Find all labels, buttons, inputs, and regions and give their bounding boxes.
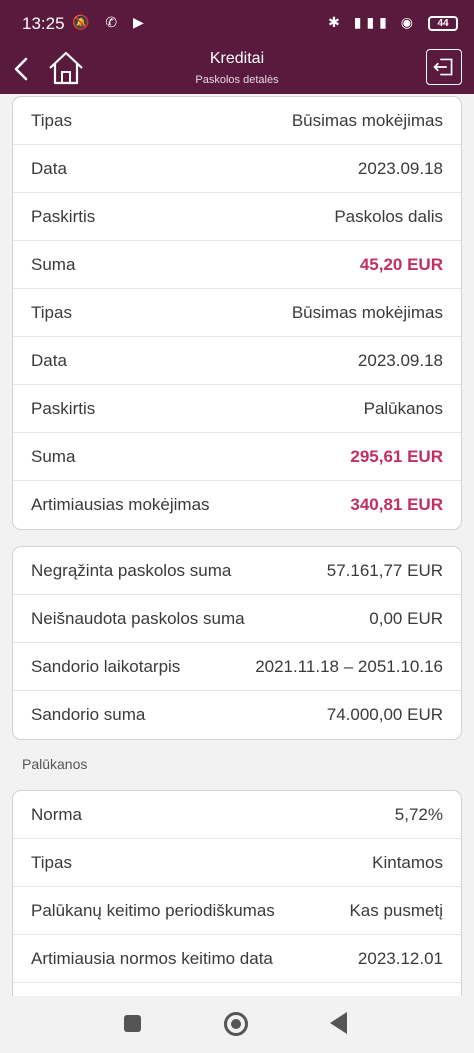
row-value: 2021.11.18 – 2051.10.16: [255, 656, 443, 676]
row-label: Tipas: [31, 110, 72, 130]
scroll-content[interactable]: Tipas Būsimas mokėjimas Data 2023.09.18 Pa…: [0, 94, 474, 996]
row-value: Kintamos: [372, 852, 443, 872]
detail-row: Sandorio suma 74.000,00 EUR: [13, 691, 461, 739]
page-title: Kreditai: [209, 50, 265, 67]
row-value: Būsimas mokėjimas: [291, 110, 443, 130]
row-label: Sandorio laikotarpis: [31, 656, 181, 676]
row-value: 2023.12.01: [357, 948, 443, 968]
detail-row: Norma 5,72%: [13, 791, 461, 839]
row-label: Sandorio suma: [31, 705, 146, 724]
upcoming-payments-card: Tipas Būsimas mokėjimas Data 2023.09.18 Pa…: [12, 96, 462, 530]
detail-row: Suma 45,20 EUR: [13, 241, 461, 289]
back-nav-icon[interactable]: [330, 1012, 347, 1034]
detail-row: Tipas Būsimas mokėjimas: [13, 97, 461, 145]
row-value: 2023.09.18: [357, 158, 443, 178]
row-amount: 295,61 EUR: [350, 446, 443, 466]
status-bar: 13:25 🔕 ✆ ▶ ✱ ▮▮▮ ◉ 44: [0, 0, 474, 44]
detail-row: Negrąžinta paskolos suma 57.161,77 EUR: [13, 547, 461, 595]
status-time: 13:25: [22, 14, 65, 33]
row-value: 0,00 EUR: [369, 608, 443, 628]
next-payment-amount: 340,81 EUR: [350, 495, 443, 514]
detail-row: Paskirtis Palūkanos: [13, 385, 461, 433]
row-value: Būsimas mokėjimas: [291, 302, 443, 322]
interest-card: Norma 5,72% Tipas Kintamos Palūkanų keitim…: [12, 790, 462, 996]
recent-apps-icon[interactable]: [124, 1015, 141, 1032]
battery-icon: 44: [428, 16, 458, 31]
row-label: Artimiausia normos keitimo data: [31, 948, 273, 968]
detail-row: Tipas Kintamos: [13, 839, 461, 887]
row-label: Artimiausias mokėjimas: [31, 495, 210, 514]
detail-row: Tipas Būsimas mokėjimas: [13, 289, 461, 337]
row-label: Palūkanų keitimo periodiškumas: [31, 900, 275, 920]
detail-row: Suma 295,61 EUR: [13, 433, 461, 481]
logout-icon[interactable]: [426, 49, 462, 85]
detail-row: Data 2023.09.18: [13, 337, 461, 385]
row-value: Palūkanos: [363, 398, 443, 418]
row-value: 2023.09.18: [357, 350, 443, 370]
row-label: Data: [31, 350, 67, 370]
row-label: Data: [31, 158, 67, 178]
row-label: Norma: [31, 804, 83, 824]
detail-row: Paskirtis Paskolos dalis: [13, 193, 461, 241]
row-label: Negrąžinta paskolos suma: [31, 560, 232, 580]
row-label: Neišnaudota paskolos suma: [31, 608, 245, 628]
system-navigation-bar: [0, 996, 474, 1053]
row-value: 57.161,77 EUR: [326, 560, 443, 580]
row-label: Tipas: [31, 302, 72, 322]
section-title-interest: Palūkanos: [22, 756, 88, 772]
detail-row: Sandorio laikotarpis 2021.11.18 – 2051.10…: [13, 643, 461, 691]
row-label: Suma: [31, 446, 76, 466]
row-label: Tipas: [31, 852, 72, 872]
status-signal-icons: ✱ ▮▮▮ ◉: [328, 14, 418, 30]
detail-row: Neišnaudota paskolos suma 0,00 EUR: [13, 595, 461, 643]
detail-row: Data 2023.09.18: [13, 145, 461, 193]
status-notification-icons: 🔕 ✆ ▶: [72, 14, 150, 30]
detail-row: Palūkanų keitimo periodiškumas Kas pusmet…: [13, 887, 461, 935]
detail-row-partial: [13, 983, 461, 996]
detail-row: Artimiausias mokėjimas 340,81 EUR: [13, 481, 461, 529]
row-amount: 45,20 EUR: [359, 254, 443, 274]
detail-row: Artimiausia normos keitimo data 2023.12.0…: [13, 935, 461, 983]
page-subtitle: Paskolos detalės: [195, 74, 279, 86]
row-value: Kas pusmetį: [349, 900, 443, 920]
row-label: Paskirtis: [31, 206, 96, 226]
row-value: 5,72%: [394, 804, 443, 824]
loan-summary-card: Negrąžinta paskolos suma 57.161,77 EUR Ne…: [12, 546, 462, 740]
row-value: 74.000,00 EUR: [326, 705, 443, 724]
app-header: Kreditai Paskolos detalės: [0, 44, 474, 94]
row-value: Paskolos dalis: [334, 206, 443, 226]
home-nav-icon[interactable]: [224, 1012, 248, 1036]
row-label: Suma: [31, 254, 76, 274]
row-label: Paskirtis: [31, 398, 96, 418]
